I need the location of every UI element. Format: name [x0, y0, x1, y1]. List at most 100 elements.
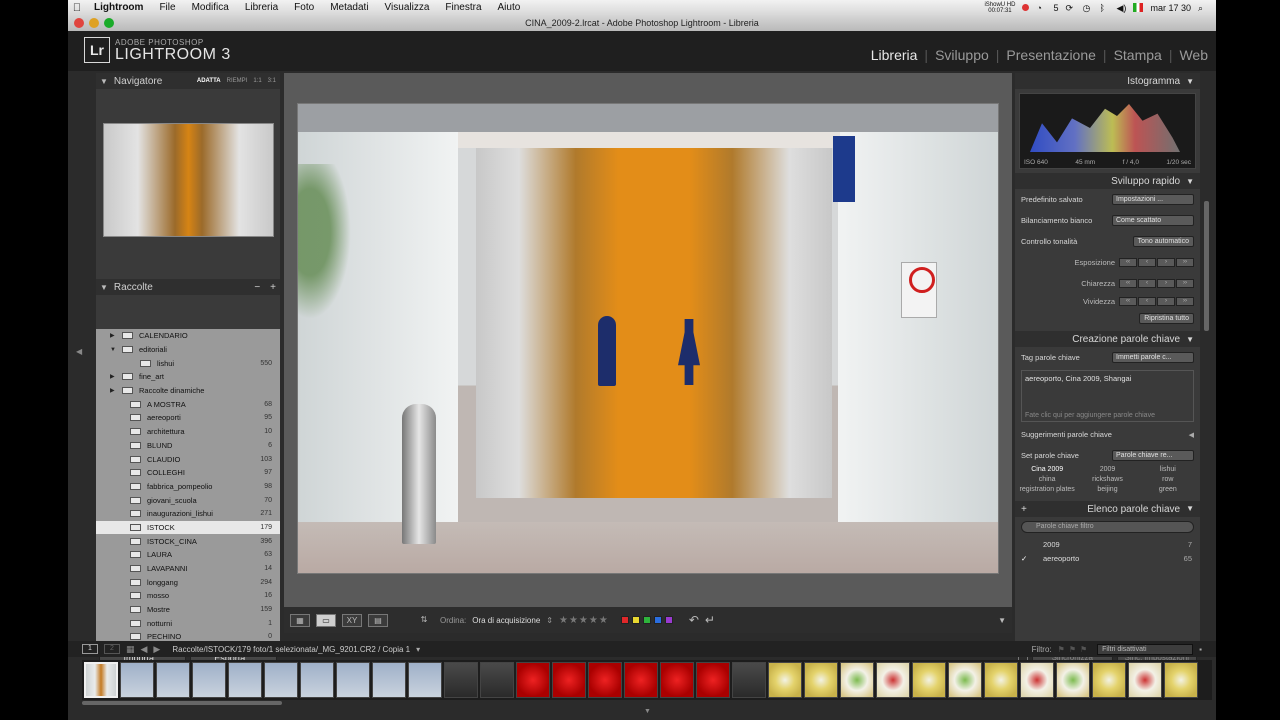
- step-decrease[interactable]: ‹: [1138, 296, 1156, 306]
- keyword-list-row[interactable]: ✓ aereoporto 65: [1015, 551, 1200, 565]
- secondary-window-button[interactable]: 2: [104, 644, 120, 654]
- keyword-filter-input[interactable]: Parole chiave filtro: [1021, 521, 1194, 533]
- expand-triangle-icon[interactable]: ▶: [110, 373, 118, 380]
- collection-row[interactable]: LAURA 63: [96, 548, 280, 562]
- zoom-fill[interactable]: RIEMPI: [227, 78, 248, 84]
- menu-finestra[interactable]: Finestra: [437, 2, 489, 13]
- module-sviluppo[interactable]: Sviluppo: [935, 47, 989, 63]
- histogram-header[interactable]: Istogramma ▼: [1015, 73, 1200, 89]
- quick-develop-header[interactable]: Sviluppo rapido ▼: [1015, 173, 1200, 189]
- collection-row[interactable]: mosso 16: [96, 589, 280, 603]
- collection-row[interactable]: notturni 1: [96, 616, 280, 630]
- keyword-set-dropdown[interactable]: Parole chiave re...: [1112, 450, 1194, 461]
- collections-header[interactable]: ▼ Raccolte − +: [96, 279, 280, 295]
- toolbar-options-icon[interactable]: ▼: [998, 616, 1006, 625]
- collection-row[interactable]: ▶ fine_art: [96, 370, 280, 384]
- menu-modifica[interactable]: Modifica: [184, 2, 237, 13]
- filmstrip-thumb[interactable]: [408, 662, 442, 698]
- filmstrip-thumb[interactable]: [228, 662, 262, 698]
- collapse-triangle-icon[interactable]: ▼: [100, 283, 108, 292]
- color-label-red[interactable]: [620, 616, 629, 624]
- collection-row[interactable]: lishui 550: [96, 356, 280, 370]
- filmstrip-thumb[interactable]: [120, 662, 154, 698]
- sort-dropdown[interactable]: Ora di acquisizione: [472, 616, 540, 625]
- collapse-triangle-icon[interactable]: ▼: [100, 77, 108, 86]
- module-web[interactable]: Web: [1179, 47, 1208, 63]
- filmstrip-thumb[interactable]: [84, 662, 118, 698]
- keyword-tags-dropdown[interactable]: Immetti parole c...: [1112, 352, 1194, 363]
- filmstrip-thumb[interactable]: [732, 662, 766, 698]
- primary-window-button[interactable]: 1: [82, 644, 98, 654]
- rotate-left-icon[interactable]: ↶: [689, 613, 699, 627]
- menu-visualizza[interactable]: Visualizza: [377, 2, 438, 13]
- module-libreria[interactable]: Libreria: [871, 47, 918, 63]
- filmstrip-thumb[interactable]: [480, 662, 514, 698]
- step-increase-large[interactable]: ››: [1176, 279, 1194, 288]
- collection-row[interactable]: ▶ Raccolte dinamiche: [96, 384, 280, 398]
- step-decrease[interactable]: ‹: [1138, 258, 1156, 267]
- record-icon[interactable]: [1022, 4, 1030, 11]
- filmstrip-thumb[interactable]: [1164, 662, 1198, 698]
- recorder-status[interactable]: iShowU HD 00:07:31: [984, 2, 1015, 14]
- collection-row[interactable]: aereoporti 95: [96, 411, 280, 425]
- collapse-triangle-icon[interactable]: ▼: [1186, 77, 1194, 86]
- filmstrip-thumb[interactable]: [660, 662, 694, 698]
- add-collection-button[interactable]: +: [270, 282, 276, 293]
- battery-count[interactable]: 5: [1053, 3, 1058, 13]
- filter-flags-icons[interactable]: ⚑⚑⚑: [1058, 645, 1092, 654]
- filmstrip-thumb[interactable]: [1056, 662, 1090, 698]
- step-decrease-large[interactable]: ‹‹: [1119, 296, 1137, 306]
- navigator-header[interactable]: ▼ Navigatore ADATTA RIEMPI 1:1 3:1: [96, 73, 280, 89]
- collection-row[interactable]: A MOSTRA 68: [96, 397, 280, 411]
- collection-row[interactable]: giovani_scuola 70: [96, 493, 280, 507]
- menu-foto[interactable]: Foto: [286, 2, 322, 13]
- zoom-3-1[interactable]: 3:1: [268, 78, 276, 84]
- filmstrip-thumb[interactable]: [984, 662, 1018, 698]
- keyword-set-item[interactable]: Cina 2009: [1017, 466, 1077, 473]
- main-photo[interactable]: [297, 103, 999, 574]
- sort-direction-icon[interactable]: ⇅: [414, 614, 434, 627]
- spotlight-icon[interactable]: ⌕: [1198, 3, 1208, 13]
- keyword-set-item[interactable]: 2009: [1077, 466, 1137, 473]
- collection-row[interactable]: ▶ CALENDARIO: [96, 329, 280, 343]
- menu-app-lightroom[interactable]: Lightroom: [86, 2, 151, 13]
- collection-row[interactable]: LAVAPANNI 14: [96, 562, 280, 576]
- filmstrip-source-path[interactable]: Raccolte/ISTOCK/179 foto/1 selezionata/_…: [172, 645, 410, 654]
- time-machine-icon[interactable]: ◷: [1082, 3, 1092, 13]
- volume-icon[interactable]: ◀): [1116, 3, 1126, 13]
- wifi-icon[interactable]: ◔: [1036, 3, 1046, 13]
- keyword-set-item[interactable]: rickshaws: [1077, 476, 1137, 483]
- collection-row[interactable]: longgang 294: [96, 575, 280, 589]
- white-balance-dropdown[interactable]: Come scattato: [1112, 215, 1194, 226]
- flag-icon[interactable]: [1133, 3, 1144, 12]
- collection-row[interactable]: ISTOCK_CINA 396: [96, 534, 280, 548]
- keyword-list-row[interactable]: 2009 7: [1015, 537, 1200, 551]
- collection-row[interactable]: architettura 10: [96, 425, 280, 439]
- collapse-triangle-icon[interactable]: ▼: [1186, 177, 1194, 186]
- filmstrip-thumb[interactable]: [300, 662, 334, 698]
- collapse-triangle-icon[interactable]: ▼: [1186, 335, 1194, 344]
- add-keyword-button[interactable]: +: [1021, 504, 1027, 515]
- collection-row[interactable]: ▼ editoriali: [96, 343, 280, 357]
- filmstrip-thumb[interactable]: [156, 662, 190, 698]
- filmstrip-thumb[interactable]: [192, 662, 226, 698]
- loupe-view[interactable]: [284, 73, 1012, 627]
- filmstrip-thumb[interactable]: [516, 662, 550, 698]
- filmstrip-thumb[interactable]: [336, 662, 370, 698]
- keyword-list-header[interactable]: + Elenco parole chiave ▼: [1015, 501, 1200, 517]
- filmstrip-thumb[interactable]: [588, 662, 622, 698]
- keywords-textarea[interactable]: aereoporto, Cina 2009, Shangai Fate clic…: [1021, 370, 1194, 422]
- sort-dropdown-arrow-icon[interactable]: ⇕: [546, 616, 553, 625]
- keywording-header[interactable]: Creazione parole chiave ▼: [1015, 331, 1200, 347]
- minimize-window-icon[interactable]: [89, 18, 99, 28]
- color-label-green[interactable]: [642, 616, 651, 624]
- zoom-fit[interactable]: ADATTA: [197, 78, 221, 84]
- step-increase-large[interactable]: ››: [1176, 258, 1194, 267]
- close-window-icon[interactable]: [74, 18, 84, 28]
- grid-view-icon[interactable]: ▦: [290, 613, 310, 627]
- collection-row[interactable]: BLUND 6: [96, 439, 280, 453]
- remove-collection-button[interactable]: −: [254, 282, 260, 293]
- filmstrip-thumb[interactable]: [264, 662, 298, 698]
- left-panel-toggle-icon[interactable]: ◀: [76, 347, 82, 356]
- sync-icon[interactable]: ⟳: [1065, 3, 1075, 13]
